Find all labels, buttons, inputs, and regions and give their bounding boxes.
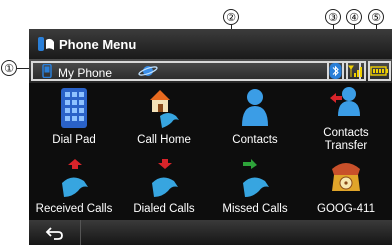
dialed-calls-button[interactable]: Dialed Calls xyxy=(119,152,209,220)
call-home-icon xyxy=(150,90,179,128)
missed-calls-icon xyxy=(243,159,269,197)
callout-2: ② xyxy=(223,9,239,25)
phone-menu-screen: Phone Menu My Phone Dial Pad Call Home C… xyxy=(29,29,392,245)
bottom-bar xyxy=(29,220,392,245)
dial-pad-label: Dial Pad xyxy=(52,134,96,146)
callout-3: ③ xyxy=(325,9,341,25)
contacts-icon xyxy=(242,89,268,126)
phone-menu-grid: Dial Pad Call Home Contacts Contacts Tra… xyxy=(29,83,392,220)
missed-calls-button[interactable]: Missed Calls xyxy=(210,152,300,220)
call-home-button[interactable]: Call Home xyxy=(119,83,209,151)
dial-pad-button[interactable]: Dial Pad xyxy=(29,83,119,151)
received-calls-label: Received Calls xyxy=(35,203,113,215)
planet-icon xyxy=(138,66,158,76)
device-name: My Phone xyxy=(58,66,113,80)
status-bar: My Phone xyxy=(29,59,392,83)
callout-4: ④ xyxy=(346,9,362,25)
dialed-calls-icon xyxy=(152,159,178,197)
goog411-label: GOOG-411 xyxy=(317,203,375,215)
device-info-box: My Phone xyxy=(31,61,361,81)
goog411-button[interactable]: GOOG-411 xyxy=(301,152,391,220)
contacts-transfer-button[interactable]: Contacts Transfer xyxy=(301,83,391,153)
contacts-transfer-icon xyxy=(330,87,360,116)
page-title: Phone Menu xyxy=(59,37,137,52)
received-calls-icon xyxy=(62,159,88,197)
callout-5: ⑤ xyxy=(368,9,384,25)
signal-strength-icon xyxy=(348,65,362,77)
received-calls-button[interactable]: Received Calls xyxy=(29,152,119,220)
dialed-calls-label: Dialed Calls xyxy=(133,203,195,215)
contacts-transfer-label-line2: Transfer xyxy=(324,140,368,152)
contacts-transfer-label-line1: Contacts xyxy=(323,127,369,139)
signal-box xyxy=(346,61,366,81)
contacts-button[interactable]: Contacts xyxy=(210,83,300,151)
contacts-label: Contacts xyxy=(232,134,278,146)
bluetooth-box xyxy=(327,61,344,81)
mobile-phone-icon xyxy=(42,64,52,78)
missed-calls-label: Missed Calls xyxy=(222,203,288,215)
callout-1: ① xyxy=(1,60,17,76)
battery-icon xyxy=(370,66,388,76)
battery-box xyxy=(368,61,391,81)
contacts-transfer-label: Contacts Transfer xyxy=(301,127,391,153)
back-arrow-icon xyxy=(45,227,63,240)
phone-book-icon xyxy=(38,37,54,51)
back-button[interactable] xyxy=(29,220,81,245)
title-bar: Phone Menu xyxy=(29,29,392,59)
call-home-label: Call Home xyxy=(137,134,191,146)
bluetooth-icon xyxy=(329,63,342,79)
goog411-phone-icon xyxy=(332,163,360,191)
dial-pad-icon xyxy=(61,88,87,128)
